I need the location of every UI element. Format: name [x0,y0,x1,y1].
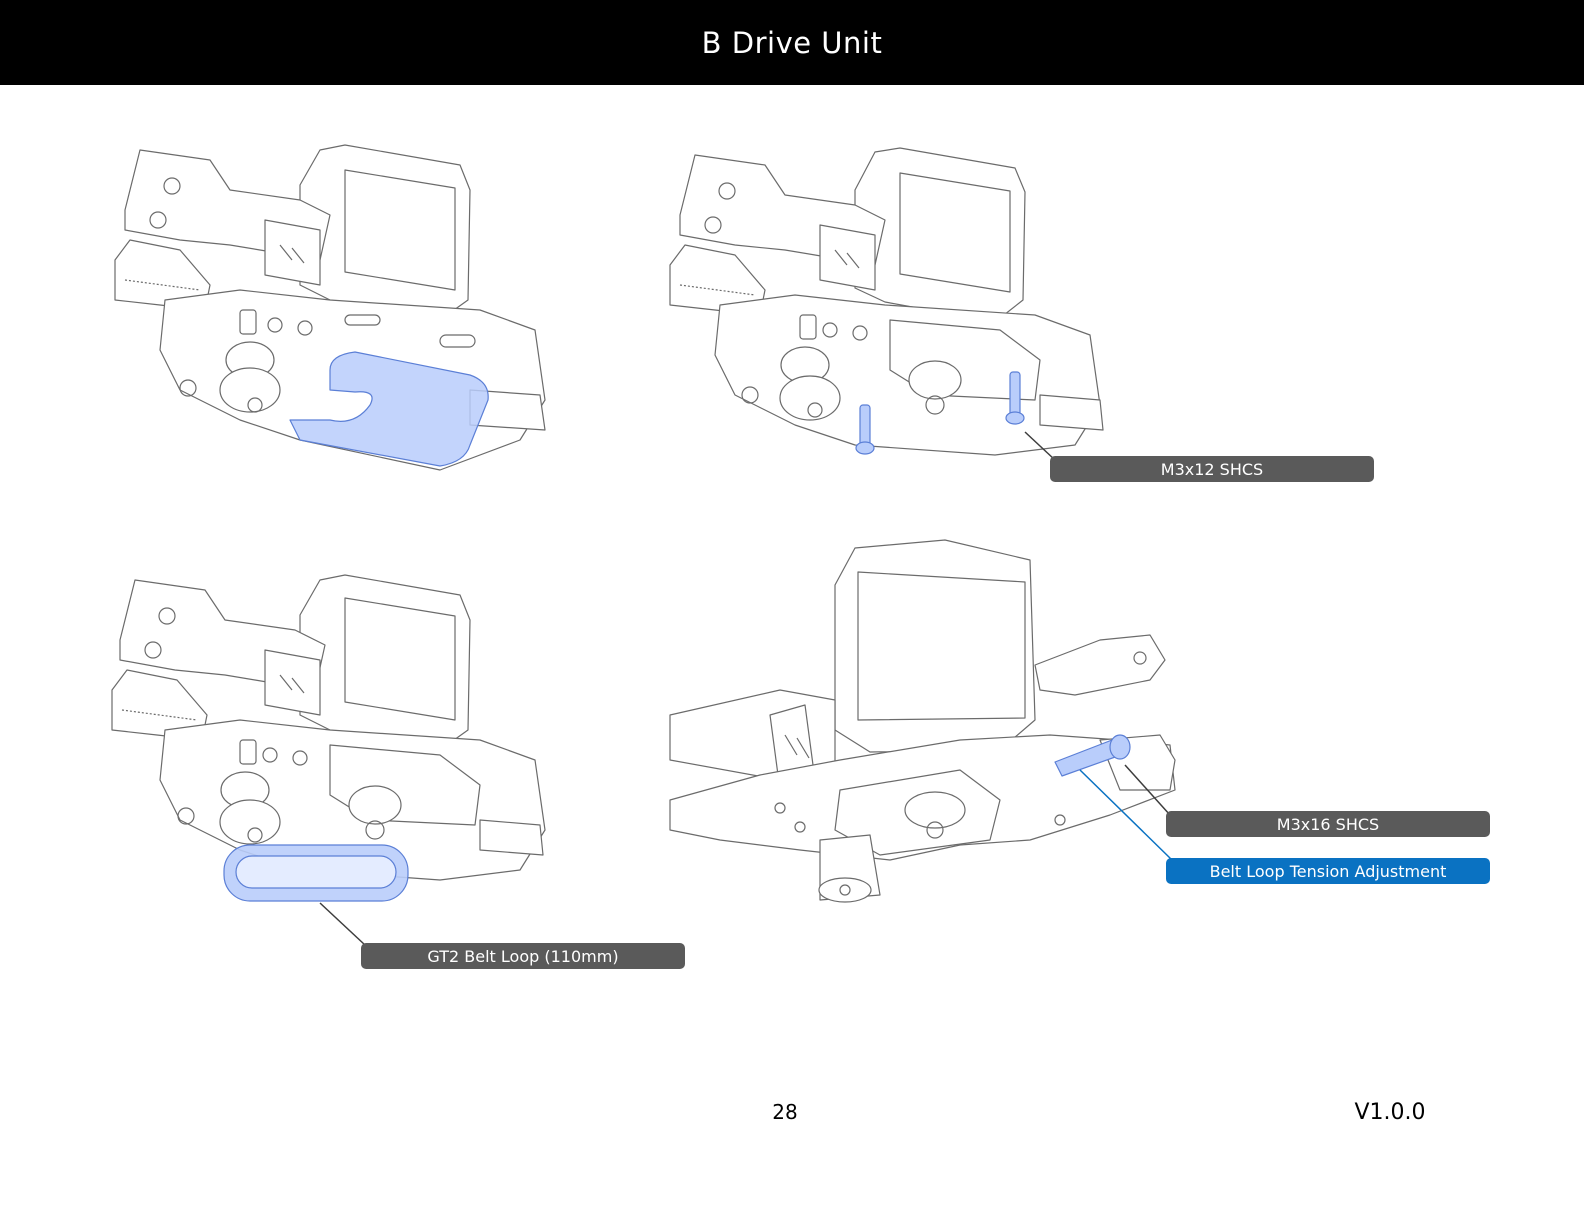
callout-gt2-belt-loop: GT2 Belt Loop (110mm) [361,943,685,969]
assembly-illustration [111,144,1176,946]
step4-drive-unit [669,539,1176,903]
callout-m3x16-shcs: M3x16 SHCS [1166,811,1490,837]
callout-belt-loop-tension: Belt Loop Tension Adjustment [1166,858,1490,884]
page-number: 28 [772,1100,798,1124]
step2-drive-unit [669,147,1104,456]
step3-drive-unit [111,574,546,881]
version-label: V1.0.0 [1354,1100,1426,1125]
gt2-belt-loop-highlight [223,844,409,902]
callout-m3x12-shcs: M3x12 SHCS [1050,456,1374,482]
